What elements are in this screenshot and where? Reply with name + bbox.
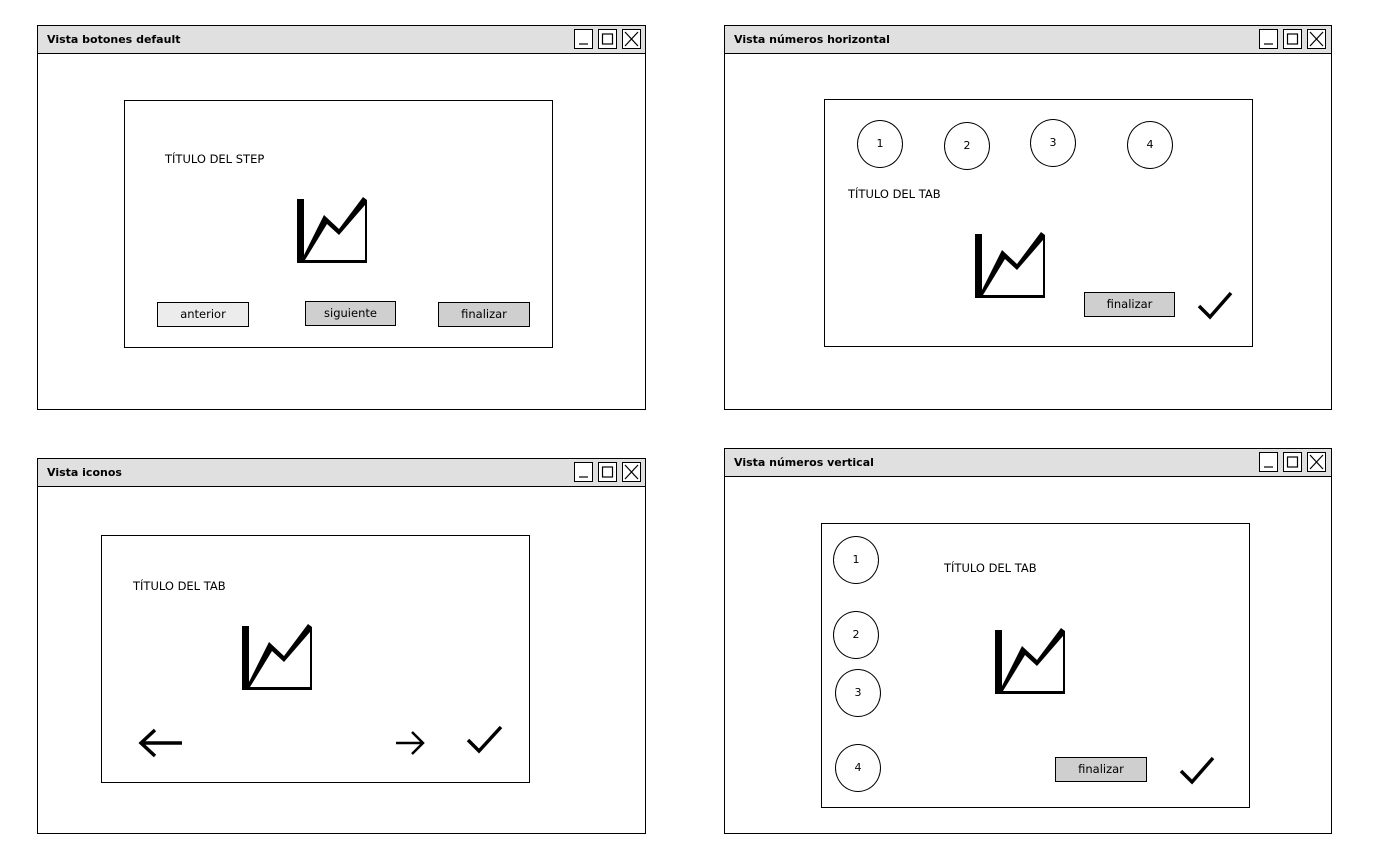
finalizar-button[interactable]: finalizar [438, 302, 530, 327]
window-titlebar[interactable]: Vista números horizontal [725, 26, 1331, 54]
maximize-icon[interactable] [598, 462, 617, 482]
finalizar-button[interactable]: finalizar [1084, 292, 1175, 317]
step-1-circle[interactable]: 1 [833, 536, 879, 584]
step-3-circle[interactable]: 3 [1030, 119, 1076, 167]
step-title: TÍTULO DEL STEP [165, 152, 265, 166]
step-3-circle[interactable]: 3 [835, 669, 881, 717]
checkmark-icon[interactable] [466, 724, 504, 754]
window-numeros-horizontal: Vista números horizontal 1 2 3 4 TÍTULO … [724, 25, 1332, 410]
area-chart-icon [975, 232, 1045, 298]
window-titlebar[interactable]: Vista botones default [38, 26, 645, 54]
arrow-right-icon[interactable] [394, 729, 426, 757]
arrow-left-icon[interactable] [138, 727, 184, 759]
minimize-icon[interactable] [1259, 452, 1278, 472]
window-title: Vista botones default [47, 33, 181, 46]
area-chart-icon [297, 197, 367, 263]
step-panel: TÍTULO DEL STEP anterior siguiente final… [124, 100, 553, 348]
tab-panel: TÍTULO DEL TAB [101, 535, 530, 783]
area-chart-icon [242, 624, 312, 690]
maximize-icon[interactable] [1283, 452, 1302, 472]
finalizar-button[interactable]: finalizar [1055, 757, 1147, 782]
anterior-button[interactable]: anterior [157, 302, 249, 327]
close-icon[interactable] [1307, 29, 1326, 49]
tab-title: TÍTULO DEL TAB [133, 579, 226, 593]
step-1-circle[interactable]: 1 [857, 120, 903, 168]
tab-title: TÍTULO DEL TAB [944, 561, 1037, 575]
step-2-circle[interactable]: 2 [944, 122, 990, 170]
maximize-icon[interactable] [598, 29, 617, 49]
checkmark-icon[interactable] [1179, 755, 1215, 785]
window-titlebar[interactable]: Vista números vertical [725, 449, 1331, 477]
siguiente-button[interactable]: siguiente [305, 301, 396, 326]
area-chart-icon [995, 628, 1065, 694]
checkmark-icon[interactable] [1197, 290, 1233, 320]
tab-title: TÍTULO DEL TAB [848, 187, 941, 201]
tab-panel: 1 2 3 4 TÍTULO DEL TAB finalizar [821, 523, 1250, 808]
window-title: Vista números horizontal [734, 33, 890, 46]
close-icon[interactable] [622, 29, 641, 49]
window-titlebar[interactable]: Vista iconos [38, 459, 645, 487]
minimize-icon[interactable] [574, 462, 593, 482]
close-icon[interactable] [1307, 452, 1326, 472]
window-botones-default: Vista botones default TÍTULO DEL STEP an… [37, 25, 646, 410]
tab-panel: 1 2 3 4 TÍTULO DEL TAB finalizar [824, 99, 1253, 347]
window-title: Vista iconos [47, 466, 122, 479]
window-title: Vista números vertical [734, 456, 874, 469]
step-4-circle[interactable]: 4 [835, 744, 881, 792]
step-4-circle[interactable]: 4 [1127, 121, 1173, 169]
close-icon[interactable] [622, 462, 641, 482]
window-numeros-vertical: Vista números vertical 1 2 3 4 TÍTULO DE… [724, 448, 1332, 834]
step-2-circle[interactable]: 2 [833, 611, 879, 659]
minimize-icon[interactable] [1259, 29, 1278, 49]
window-iconos: Vista iconos TÍTULO DEL TAB [37, 458, 646, 834]
maximize-icon[interactable] [1283, 29, 1302, 49]
minimize-icon[interactable] [574, 29, 593, 49]
